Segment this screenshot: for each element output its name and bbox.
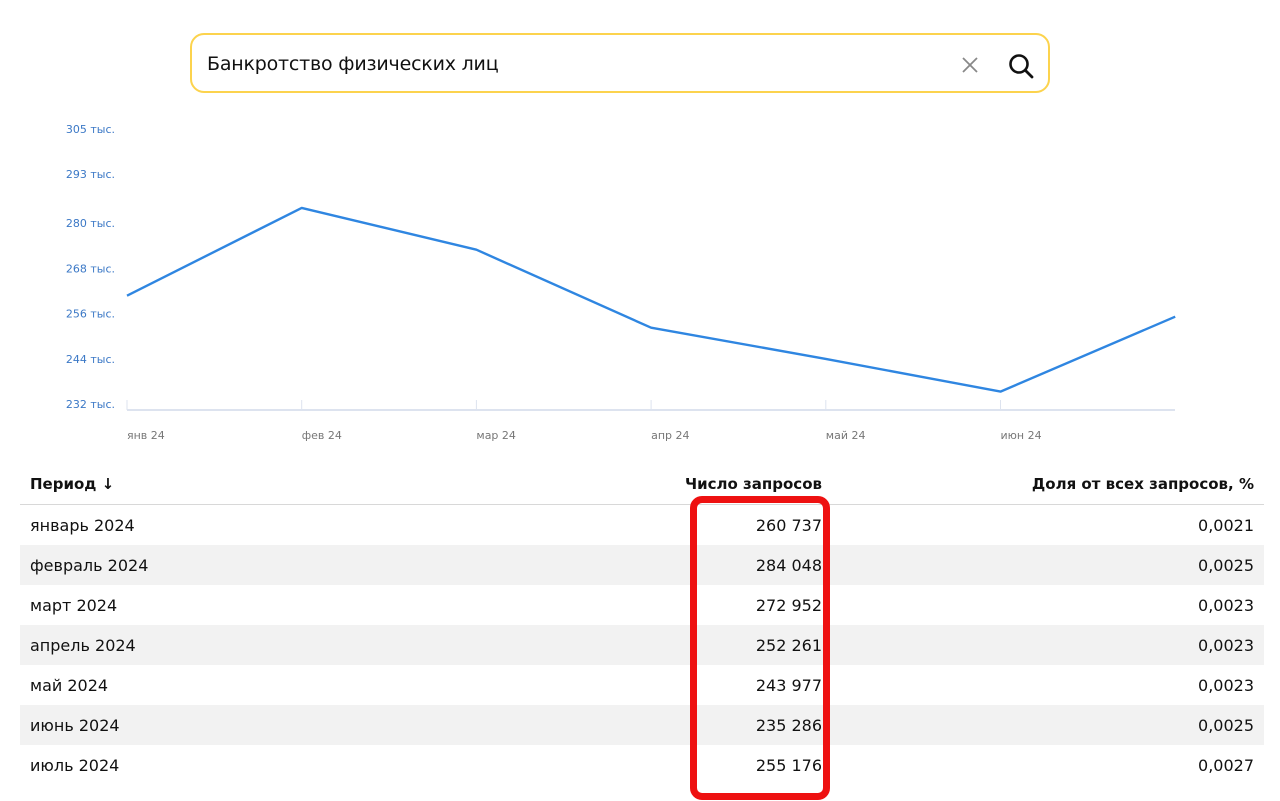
y-tick-label: 244 тыс. — [66, 353, 115, 366]
period-cell: февраль 2024 — [20, 545, 500, 585]
series-line — [126, 206, 1176, 393]
share-cell: 0,0021 — [1198, 515, 1254, 535]
x-tick-label: мар 24 — [476, 429, 516, 442]
search-input[interactable]: Банкротство физических лиц — [207, 53, 499, 75]
y-tick-label: 268 тыс. — [66, 262, 115, 275]
x-tick-label: янв 24 — [127, 429, 165, 442]
table-row: апрель 2024 252 261 0,0023 — [20, 625, 1264, 665]
table-header-row: Период ↓ Число запросов Доля от всех зап… — [20, 464, 1264, 505]
y-tick-label: 280 тыс. — [66, 217, 115, 230]
share-cell: 0,0023 — [1198, 675, 1254, 695]
share-cell: 0,0023 — [822, 625, 1264, 665]
period-cell: июнь 2024 — [20, 705, 500, 745]
search-box[interactable]: Банкротство физических лиц — [190, 33, 1050, 93]
search-volume-chart: 232 тыс. 244 тыс. 256 тыс. 268 тыс. 280 тыс.… — [66, 123, 1176, 442]
column-header-period[interactable]: Период ↓ — [20, 464, 500, 505]
y-tick-label: 232 тыс. — [66, 398, 115, 411]
table-row: январь 2024 260 737 0,0021 — [20, 505, 1264, 546]
y-tick-label: 305 тыс. — [66, 123, 115, 136]
y-tick-label: 256 тыс. — [66, 308, 115, 321]
x-tick-label: апр 24 — [651, 429, 689, 442]
x-tick-label: июн 24 — [1001, 429, 1042, 442]
highlight-frame — [690, 496, 830, 800]
x-tick-label: фев 24 — [302, 429, 342, 442]
share-cell: 0,0025 — [822, 705, 1264, 745]
table-row: июнь 2024 235 286 0,0025 — [20, 705, 1264, 745]
y-tick-label: 293 тыс. — [66, 168, 115, 181]
period-cell: март 2024 — [30, 595, 118, 615]
table-row: март 2024 272 952 0,0023 — [20, 585, 1264, 625]
close-icon[interactable] — [960, 55, 980, 75]
table-row: май 2024 243 977 0,0023 — [20, 665, 1264, 705]
share-cell: 0,0027 — [1198, 755, 1254, 775]
search-icon[interactable] — [1007, 52, 1035, 80]
period-cell: апрель 2024 — [20, 625, 500, 665]
table-row: февраль 2024 284 048 0,0025 — [20, 545, 1264, 585]
period-cell: январь 2024 — [30, 515, 135, 535]
stats-table: Период ↓ Число запросов Доля от всех зап… — [20, 464, 1264, 785]
share-cell: 0,0023 — [1198, 595, 1254, 615]
period-cell: май 2024 — [30, 675, 109, 695]
x-tick-label: май 24 — [826, 429, 866, 442]
table-row: июль 2024 255 176 0,0027 — [20, 745, 1264, 785]
column-header-share[interactable]: Доля от всех запросов, % — [822, 464, 1264, 505]
share-cell: 0,0025 — [822, 545, 1264, 585]
period-cell: июль 2024 — [30, 755, 120, 775]
